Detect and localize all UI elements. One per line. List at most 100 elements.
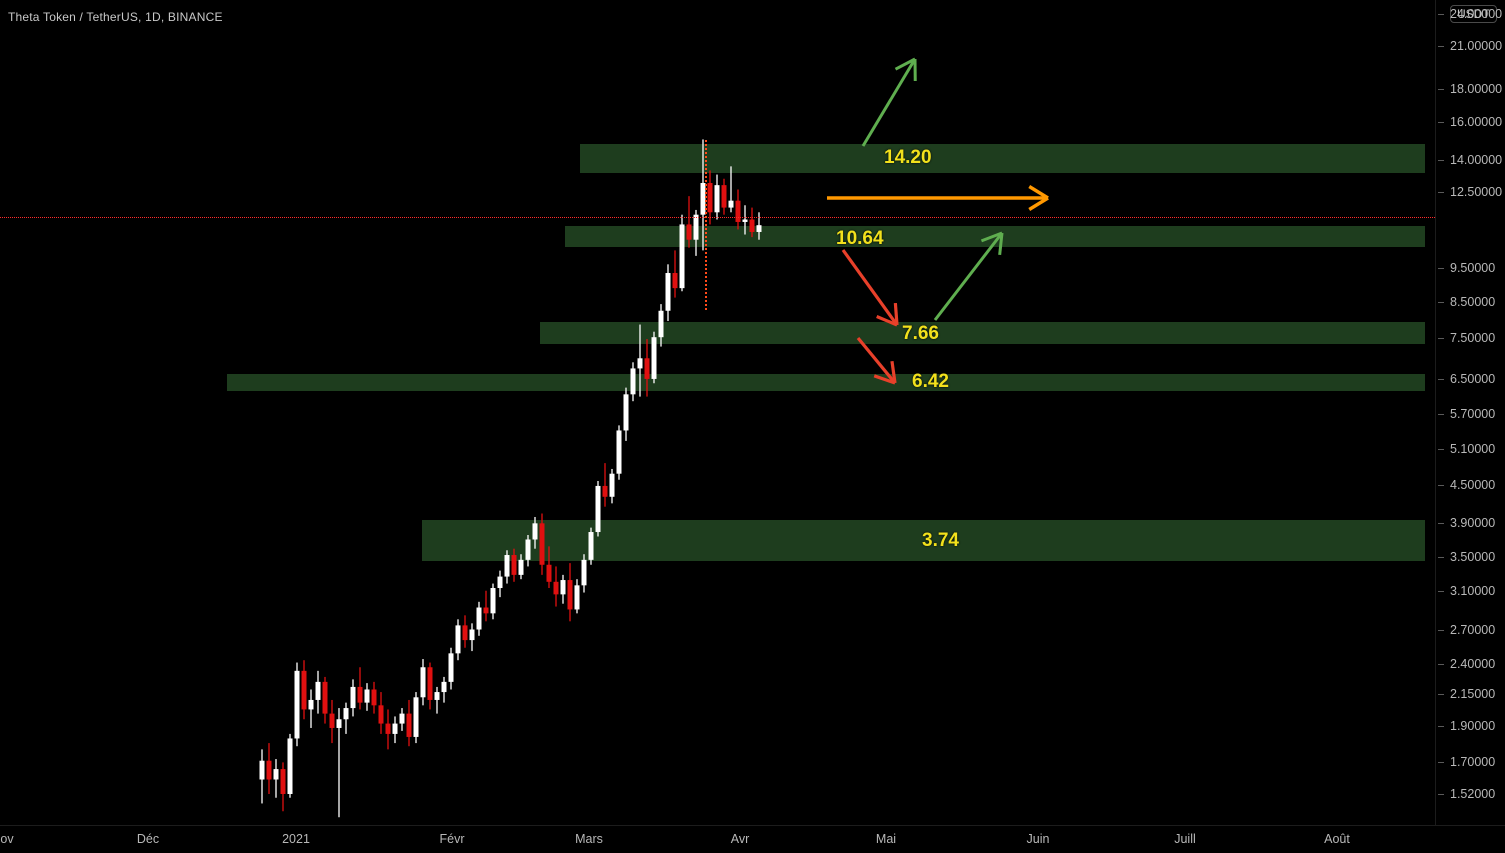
candle: [554, 566, 559, 606]
candle: [540, 514, 545, 575]
candle: [673, 250, 678, 297]
candle: [645, 339, 650, 397]
candle: [666, 264, 671, 321]
current-price-line: [0, 217, 1435, 218]
candlestick-series: [0, 0, 1435, 825]
candle: [575, 579, 580, 613]
candle: [568, 563, 573, 621]
candle: [729, 166, 734, 212]
time-axis[interactable]: ovDéc2021FévrMarsAvrMaiJuinJuillAoût: [0, 825, 1505, 853]
price-tick-mark: [1438, 160, 1444, 161]
candle: [267, 743, 272, 794]
price-tick-label: 6.50000: [1450, 372, 1495, 386]
price-axis[interactable]: USDT 24.0000021.0000018.0000016.0000014.…: [1435, 0, 1505, 825]
time-tick-label: Juill: [1174, 832, 1196, 846]
price-tick-label: 3.90000: [1450, 516, 1495, 530]
candle: [393, 716, 398, 743]
candle: [365, 683, 370, 711]
price-tick-mark: [1438, 664, 1444, 665]
candle: [274, 759, 279, 798]
time-tick-label: Déc: [137, 832, 159, 846]
candle: [351, 679, 356, 716]
price-tick-label: 12.50000: [1450, 185, 1502, 199]
candle: [519, 554, 524, 579]
zone-3-74-label: 3.74: [922, 530, 959, 552]
candle: [743, 205, 748, 234]
price-tick-mark: [1438, 694, 1444, 695]
candle: [323, 677, 328, 724]
vertical-time-marker: [705, 140, 707, 310]
candle: [400, 708, 405, 731]
candle: [603, 463, 608, 507]
candle: [309, 689, 314, 727]
candle: [582, 554, 587, 592]
price-tick-mark: [1438, 414, 1444, 415]
candle: [722, 179, 727, 215]
price-tick-mark: [1438, 449, 1444, 450]
candle: [491, 584, 496, 620]
candle: [470, 623, 475, 651]
price-tick-label: 8.50000: [1450, 295, 1495, 309]
candle: [330, 700, 335, 743]
price-tick-label: 5.10000: [1450, 442, 1495, 456]
candle: [547, 546, 552, 588]
zone-14-20-label: 14.20: [884, 147, 932, 169]
candle: [428, 663, 433, 710]
price-tick-mark: [1438, 726, 1444, 727]
price-tick-mark: [1438, 192, 1444, 193]
candle: [750, 208, 755, 238]
candle: [372, 682, 377, 714]
price-tick-mark: [1438, 14, 1444, 15]
candle: [421, 659, 426, 705]
candle: [687, 196, 692, 248]
candle: [736, 189, 741, 229]
price-tick-label: 14.00000: [1450, 153, 1502, 167]
candle: [533, 517, 538, 549]
price-tick-mark: [1438, 338, 1444, 339]
price-tick-mark: [1438, 557, 1444, 558]
price-tick-mark: [1438, 794, 1444, 795]
price-tick-label: 1.52000: [1450, 787, 1495, 801]
candle: [680, 215, 685, 292]
candle: [610, 469, 615, 503]
candle: [526, 535, 531, 566]
price-tick-label: 16.00000: [1450, 115, 1502, 129]
price-tick-label: 18.00000: [1450, 82, 1502, 96]
price-tick-mark: [1438, 302, 1444, 303]
zone-7-66-label: 7.66: [902, 323, 939, 345]
candle: [463, 615, 468, 647]
price-tick-mark: [1438, 591, 1444, 592]
time-tick-label: Mai: [876, 832, 896, 846]
candle: [631, 362, 636, 401]
chart-pane[interactable]: 14.2010.647.666.423.74 Theta Token / Tet…: [0, 0, 1435, 825]
price-tick-label: 1.90000: [1450, 719, 1495, 733]
candle: [617, 425, 622, 479]
candle: [435, 687, 440, 714]
candle: [498, 571, 503, 598]
candle: [442, 677, 447, 703]
time-tick-label: Févr: [440, 832, 465, 846]
price-tick-label: 3.50000: [1450, 550, 1495, 564]
price-tick-label: 9.50000: [1450, 261, 1495, 275]
time-tick-label: 2021: [282, 832, 310, 846]
time-tick-label: Mars: [575, 832, 603, 846]
zone-10-64-label: 10.64: [836, 228, 884, 250]
price-tick-label: 7.50000: [1450, 331, 1495, 345]
price-tick-label: 2.15000: [1450, 687, 1495, 701]
price-tick-label: 24.00000: [1450, 7, 1502, 21]
candle: [260, 749, 265, 803]
candle: [449, 648, 454, 690]
candle: [358, 667, 363, 709]
price-tick-mark: [1438, 46, 1444, 47]
candle: [295, 663, 300, 747]
candle: [407, 700, 412, 746]
time-tick-label: Juin: [1027, 832, 1050, 846]
candle: [484, 591, 489, 622]
candle: [715, 175, 720, 220]
price-tick-mark: [1438, 630, 1444, 631]
candle: [624, 388, 629, 441]
candle: [379, 692, 384, 734]
candle: [652, 332, 657, 384]
candle: [337, 708, 342, 817]
tradingview-chart-screen: 14.2010.647.666.423.74 Theta Token / Tet…: [0, 0, 1505, 852]
